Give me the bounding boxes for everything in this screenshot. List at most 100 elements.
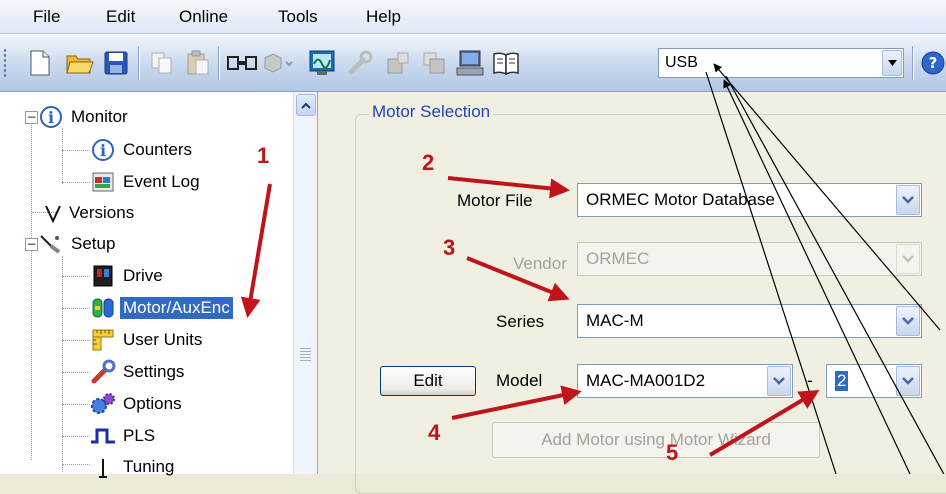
step-number-1: 1: [257, 143, 270, 168]
toolbar-grip[interactable]: [3, 48, 7, 78]
chevron-down-icon: [902, 317, 914, 325]
tree-item-monitor[interactable]: i Monitor: [38, 102, 131, 132]
model-value: MAC-MA001D2: [586, 371, 706, 390]
chevron-down-icon: [902, 196, 914, 204]
tree-collapse-setup[interactable]: −: [25, 238, 38, 251]
toolbar-separator: [138, 46, 140, 80]
tree-item-label: User Units: [123, 330, 203, 349]
download-icon: [423, 52, 445, 74]
tree-connector: [62, 404, 90, 405]
pulse-icon: [90, 423, 116, 449]
tree-item-label: Monitor: [71, 107, 128, 126]
winding-dropdown-button[interactable]: [896, 366, 920, 396]
disconnect-icon: [264, 53, 293, 73]
new-file-button[interactable]: [24, 46, 56, 80]
options-icon: [90, 391, 116, 417]
tree-item-motor-auxenc[interactable]: Motor/AuxEnc: [90, 293, 233, 323]
toolbar-separator: [912, 46, 914, 80]
menu-help[interactable]: Help: [364, 7, 403, 27]
tree-collapse-monitor[interactable]: −: [25, 111, 38, 124]
tree-item-user-units[interactable]: User Units: [90, 325, 205, 355]
scope-button[interactable]: [306, 46, 338, 80]
tree-item-setup[interactable]: Setup: [38, 229, 118, 259]
model-dropdown-button[interactable]: [767, 366, 791, 396]
upload-button[interactable]: [382, 46, 414, 80]
tree-item-versions[interactable]: Versions: [44, 198, 137, 228]
tree-item-settings[interactable]: Settings: [90, 357, 187, 387]
connect-icon: [227, 56, 257, 70]
model-select[interactable]: MAC-MA001D2: [577, 364, 793, 398]
tree-item-label: Drive: [123, 266, 163, 285]
tree-connector: [62, 150, 90, 151]
menu-tools[interactable]: Tools: [276, 7, 320, 27]
drive-icon: [90, 263, 116, 289]
chevron-down-icon: [887, 60, 897, 66]
tree-connector: [31, 112, 32, 460]
series-label: Series: [496, 312, 545, 331]
winding-select[interactable]: 2: [826, 364, 922, 398]
model-label: Model: [496, 371, 543, 390]
help-icon: ?: [921, 51, 945, 75]
edit-button[interactable]: Edit: [380, 366, 476, 396]
tree-item-label: Motor/AuxEnc: [120, 297, 233, 319]
add-motor-wizard-button[interactable]: Add Motor using Motor Wizard: [492, 422, 820, 458]
vendor-dropdown-button[interactable]: [896, 244, 920, 274]
paste-icon: [187, 50, 209, 75]
save-button[interactable]: [100, 46, 132, 80]
motor-file-label: Motor File: [457, 191, 533, 210]
svg-text:i: i: [100, 141, 106, 160]
connection-select[interactable]: USB: [658, 48, 904, 78]
motor-file-dropdown-button[interactable]: [896, 185, 920, 215]
help-button[interactable]: ?: [920, 46, 946, 80]
disconnect-button[interactable]: [262, 46, 294, 80]
vendor-select[interactable]: ORMEC: [577, 242, 922, 276]
motor-selection-title: Motor Selection: [369, 102, 494, 122]
vendor-value: ORMEC: [586, 249, 650, 268]
tree-item-event-log[interactable]: Event Log: [90, 167, 203, 197]
open-folder-icon: [66, 55, 94, 74]
tree-connector: [62, 128, 63, 184]
tree-connector: [62, 340, 90, 341]
motor-file-select[interactable]: ORMEC Motor Database: [577, 183, 922, 217]
tree-connector: [62, 182, 90, 183]
motor-file-value: ORMEC Motor Database: [586, 190, 775, 209]
chevron-down-icon: [902, 255, 914, 263]
tree-item-options[interactable]: Options: [90, 389, 185, 419]
tree-item-label: Settings: [123, 362, 185, 381]
tree-item-counters[interactable]: i Counters: [90, 135, 195, 165]
scroll-thumb-grip[interactable]: [300, 348, 311, 362]
copy-button[interactable]: [146, 46, 178, 80]
tree-scrollbar[interactable]: [293, 92, 317, 474]
manual-button[interactable]: [490, 46, 522, 80]
model-winding-separator: -: [807, 371, 813, 390]
chevron-up-icon: [301, 102, 311, 109]
menu-edit[interactable]: Edit: [104, 7, 137, 27]
chevron-down-icon: [902, 377, 914, 385]
new-file-icon: [30, 50, 50, 76]
paste-button[interactable]: [182, 46, 214, 80]
series-dropdown-button[interactable]: [896, 306, 920, 336]
tree-item-tuning[interactable]: Tuning: [90, 452, 177, 482]
menu-bar: File Edit Online Tools Help: [0, 0, 946, 34]
connection-dropdown-button[interactable]: [882, 50, 902, 76]
menu-file[interactable]: File: [31, 7, 62, 27]
menu-online[interactable]: Online: [177, 7, 230, 27]
scroll-up-button[interactable]: [296, 94, 316, 116]
tree-connector: [62, 436, 90, 437]
tree-item-label: PLS: [123, 426, 156, 445]
open-file-button[interactable]: [64, 46, 96, 80]
computer-button[interactable]: [454, 46, 486, 80]
computer-icon: [456, 50, 484, 76]
tree-item-drive[interactable]: Drive: [90, 261, 166, 291]
event-log-icon: [90, 169, 116, 195]
wrench-button[interactable]: [344, 46, 376, 80]
connect-button[interactable]: [226, 46, 258, 80]
tree-item-pls[interactable]: PLS: [90, 421, 158, 451]
navigation-tree: − − i Monitor i Counters Event Log Versi…: [0, 92, 318, 478]
info-icon: i: [38, 104, 64, 130]
step-number-4: 4: [428, 420, 441, 445]
download-button[interactable]: [418, 46, 450, 80]
series-select[interactable]: MAC-M: [577, 304, 922, 338]
tree-item-label: Tuning: [123, 457, 175, 476]
tree-connector: [62, 308, 90, 309]
